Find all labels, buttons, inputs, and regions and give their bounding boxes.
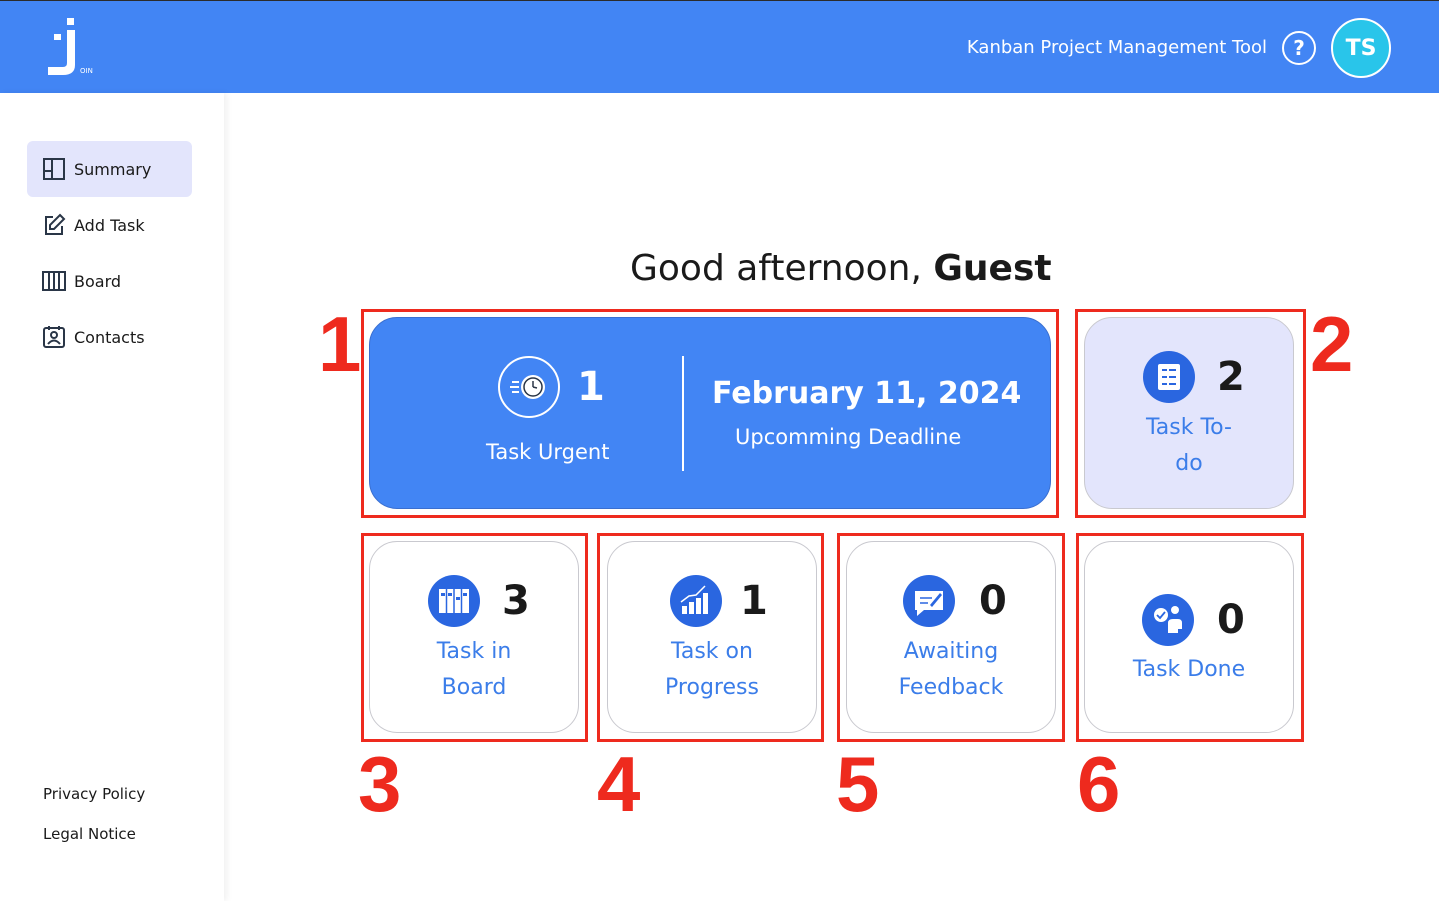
- greeting-prefix: Good afternoon,: [630, 248, 922, 289]
- help-button[interactable]: ?: [1282, 31, 1316, 65]
- privacy-policy-link[interactable]: Privacy Policy: [43, 785, 145, 803]
- annotation-number-2: 2: [1310, 300, 1354, 388]
- annotation-number-6: 6: [1077, 740, 1121, 828]
- user-avatar[interactable]: TS: [1331, 18, 1391, 78]
- summary-icon: [43, 158, 65, 180]
- annotation-box-3: [361, 533, 588, 742]
- sidebar-item-contacts[interactable]: Contacts: [27, 309, 192, 365]
- annotation-box-5: [837, 533, 1065, 742]
- annotation-box-1: [361, 309, 1059, 518]
- sidebar: Summary Add Task Board Contacts Privacy …: [0, 93, 224, 901]
- legal-notice-link[interactable]: Legal Notice: [43, 825, 136, 843]
- sidebar-item-label: Contacts: [74, 327, 145, 347]
- annotation-box-2: [1075, 309, 1306, 518]
- greeting: Good afternoon, Guest: [630, 248, 1052, 289]
- top-header: OIN Kanban Project Management Tool ? TS: [0, 0, 1439, 93]
- annotation-number-1: 1: [318, 300, 362, 388]
- sidebar-item-add-task[interactable]: Add Task: [27, 197, 192, 253]
- app-title: Kanban Project Management Tool: [966, 37, 1267, 58]
- contacts-icon: [43, 326, 65, 348]
- annotation-box-6: [1076, 533, 1304, 742]
- sidebar-item-label: Board: [74, 271, 122, 291]
- annotation-number-4: 4: [597, 740, 641, 828]
- sidebar-item-board[interactable]: Board: [27, 253, 192, 309]
- edit-icon: [45, 213, 66, 235]
- sidebar-item-summary[interactable]: Summary: [27, 141, 192, 197]
- join-logo[interactable]: OIN: [44, 17, 100, 81]
- sidebar-item-label: Summary: [74, 159, 152, 179]
- logo-text: OIN: [80, 67, 93, 75]
- greeting-name: Guest: [933, 248, 1052, 289]
- sidebar-item-label: Add Task: [74, 215, 145, 235]
- board-icon: [42, 271, 66, 291]
- annotation-number-3: 3: [358, 740, 402, 828]
- annotation-box-4: [597, 533, 824, 742]
- annotation-number-5: 5: [836, 740, 880, 828]
